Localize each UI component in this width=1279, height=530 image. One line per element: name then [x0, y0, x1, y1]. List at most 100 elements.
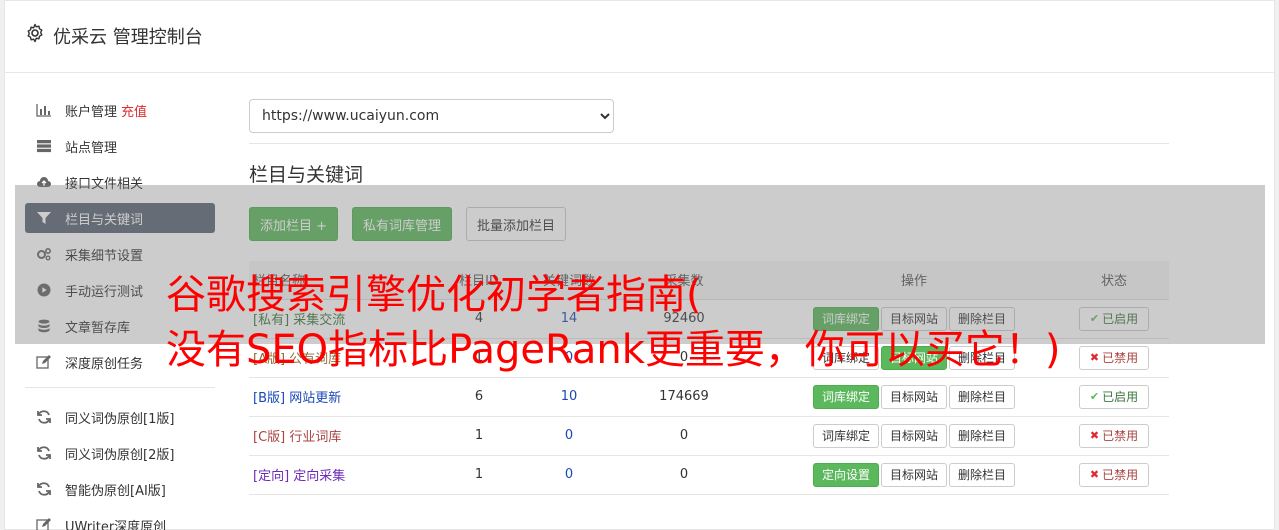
- edit-icon: [35, 354, 53, 370]
- refresh-icon: [35, 445, 53, 461]
- status-toggle[interactable]: ✖ 已禁用: [1078, 423, 1150, 448]
- sidebar-item-main-3[interactable]: 栏目与关键词: [25, 203, 215, 233]
- actions-cell: 词库绑定 目标网站 删除栏目: [769, 377, 1059, 417]
- column-name-cell: [私有] 采集交流: [249, 299, 419, 339]
- column-link[interactable]: [定向] 定向采集: [253, 469, 345, 484]
- edit-icon: [35, 517, 53, 530]
- status-toggle[interactable]: ✔ 已启用: [1078, 384, 1150, 409]
- header-name: 栏目名称: [249, 261, 419, 300]
- divider: [249, 143, 1169, 144]
- sidebar-item-label: 站点管理: [65, 140, 118, 156]
- gear-icon: [27, 23, 43, 43]
- sidebar-item-rewrite-0[interactable]: 同义词伪原创[1版]: [25, 402, 215, 432]
- table-row: [定向] 定向采集 1 0 0 定向设置 目标网站 删除栏目 ✖ 已禁用: [249, 455, 1169, 495]
- bar-chart-icon: [35, 102, 53, 118]
- keyword-count-cell: 0: [539, 338, 599, 378]
- target-site-button[interactable]: 目标网站: [880, 462, 947, 487]
- column-link[interactable]: [私有] 采集交流: [253, 313, 345, 328]
- column-name-cell: [定向] 定向采集: [249, 455, 419, 495]
- column-link[interactable]: [C版] 行业词库: [253, 430, 341, 445]
- cross-icon: ✖: [1089, 468, 1100, 481]
- sidebar-item-main-4[interactable]: 采集细节设置: [25, 239, 215, 269]
- delete-column-button[interactable]: 删除栏目: [949, 462, 1016, 487]
- status-cell: ✔ 已启用: [1059, 299, 1169, 339]
- section-title: 栏目与关键词: [249, 164, 364, 186]
- header-actions: 操作: [769, 261, 1059, 300]
- table-header-row: 栏目名称 栏目ID 关键词数 采集数 操作 状态: [249, 261, 1169, 300]
- status-toggle[interactable]: ✖ 已禁用: [1078, 462, 1150, 487]
- sidebar-item-label: 同义词伪原创[1版]: [65, 411, 175, 427]
- sidebar-item-rewrite-2[interactable]: 智能伪原创[AI版]: [25, 474, 215, 504]
- column-name-cell: [C版] 行业词库: [249, 416, 419, 456]
- refresh-icon: [35, 409, 53, 425]
- refresh-icon: [35, 481, 53, 497]
- bind-lib-button[interactable]: 词库绑定: [812, 306, 879, 331]
- cross-icon: ✖: [1089, 429, 1100, 442]
- bind-lib-button[interactable]: 定向设置: [812, 462, 879, 487]
- delete-column-button[interactable]: 删除栏目: [949, 345, 1016, 370]
- site-select[interactable]: https://www.ucaiyun.com: [249, 99, 614, 133]
- sidebar-item-label: 采集细节设置: [65, 248, 144, 264]
- sidebar-item-label: 文章暂存库: [65, 320, 131, 336]
- toolbar: 添加栏目 + 私有词库管理 批量添加栏目: [249, 207, 1169, 241]
- column-link[interactable]: [B版] 网站更新: [253, 391, 341, 406]
- sidebar-item-main-0[interactable]: 账户管理 充值: [25, 95, 215, 125]
- sidebar-item-main-1[interactable]: 站点管理: [25, 131, 215, 161]
- sidebar-item-rewrite-1[interactable]: 同义词伪原创[2版]: [25, 438, 215, 468]
- header-status: 状态: [1059, 261, 1169, 300]
- keyword-count-cell: 10: [539, 377, 599, 417]
- table-row: [C版] 行业词库 1 0 0 词库绑定 目标网站 删除栏目 ✖ 已禁用: [249, 416, 1169, 456]
- column-link[interactable]: [A版] 公有词库: [253, 352, 341, 367]
- sidebar-item-main-2[interactable]: 接口文件相关: [25, 167, 215, 197]
- delete-column-button[interactable]: 删除栏目: [949, 306, 1016, 331]
- column-id-cell: 1: [419, 338, 539, 378]
- column-id-cell: 4: [419, 299, 539, 339]
- column-id-cell: 1: [419, 416, 539, 456]
- sidebar-item-main-6[interactable]: 文章暂存库: [25, 311, 215, 341]
- batch-add-button[interactable]: 批量添加栏目: [466, 207, 567, 241]
- collected-count-cell: 0: [599, 416, 769, 456]
- target-site-button[interactable]: 目标网站: [880, 384, 947, 409]
- keyword-count-cell: 0: [539, 416, 599, 456]
- delete-column-button[interactable]: 删除栏目: [949, 423, 1016, 448]
- actions-cell: 定向设置 目标网站 删除栏目: [769, 455, 1059, 495]
- server-icon: [35, 138, 53, 154]
- add-column-button[interactable]: 添加栏目 +: [249, 207, 339, 241]
- sidebar-item-label: 智能伪原创[AI版]: [65, 483, 166, 499]
- private-lib-button[interactable]: 私有词库管理: [352, 207, 453, 241]
- check-icon: ✔: [1089, 312, 1100, 325]
- sidebar-item-label: UWriter深度原创: [65, 519, 167, 530]
- sidebar-item-label: 深度原创任务: [65, 356, 144, 372]
- target-site-button[interactable]: 目标网站: [880, 306, 947, 331]
- target-site-button[interactable]: 目标网站: [880, 345, 947, 370]
- bind-lib-button[interactable]: 词库绑定: [812, 423, 879, 448]
- status-toggle[interactable]: ✔ 已启用: [1078, 306, 1150, 331]
- sidebar-item-label: 接口文件相关: [65, 176, 144, 192]
- keyword-count-cell: 14: [539, 299, 599, 339]
- sidebar-item-main-5[interactable]: 手动运行测试: [25, 275, 215, 305]
- table-row: [A版] 公有词库 1 0 0 词库绑定 目标网站 删除栏目 ✖ 已禁用: [249, 338, 1169, 378]
- filter-icon: [35, 210, 53, 226]
- column-name-cell: [A版] 公有词库: [249, 338, 419, 378]
- target-site-button[interactable]: 目标网站: [880, 423, 947, 448]
- check-icon: ✔: [1089, 390, 1100, 403]
- recharge-link[interactable]: 充值: [121, 101, 147, 120]
- actions-cell: 词库绑定 目标网站 删除栏目: [769, 416, 1059, 456]
- delete-column-button[interactable]: 删除栏目: [949, 384, 1016, 409]
- columns-table: 栏目名称 栏目ID 关键词数 采集数 操作 状态 [私有] 采集交流 4 14 924…: [249, 261, 1169, 495]
- cross-icon: ✖: [1089, 351, 1100, 364]
- sidebar-item-main-7[interactable]: 深度原创任务: [25, 347, 215, 377]
- bind-lib-button[interactable]: 词库绑定: [812, 384, 879, 409]
- status-toggle[interactable]: ✖ 已禁用: [1078, 345, 1150, 370]
- collected-count-cell: 92460: [599, 299, 769, 339]
- header: 优采云 管理控制台: [5, 1, 1274, 73]
- sidebar-item-rewrite-3[interactable]: UWriter深度原创: [25, 510, 215, 530]
- sidebar-divider: [25, 387, 215, 388]
- collected-count-cell: 0: [599, 338, 769, 378]
- column-id-cell: 6: [419, 377, 539, 417]
- database-icon: [35, 318, 53, 334]
- bind-lib-button[interactable]: 词库绑定: [812, 345, 879, 370]
- header-id: 栏目ID: [419, 261, 539, 300]
- header-keywords: 关键词数: [539, 261, 599, 300]
- collected-count-cell: 174669: [599, 377, 769, 417]
